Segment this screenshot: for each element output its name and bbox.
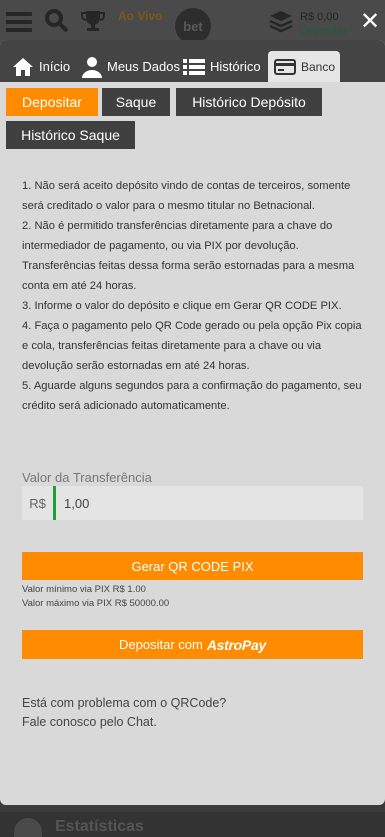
close-icon[interactable]: ✕ — [359, 9, 381, 33]
footer-label: Estatísticas — [55, 818, 144, 835]
saque-tab-button[interactable]: Saque — [102, 88, 170, 116]
tab-meus-dados[interactable]: Meus Dados — [82, 51, 180, 82]
tab-inicio[interactable]: Início — [12, 51, 70, 82]
historico-saque-button[interactable]: Histórico Saque — [6, 121, 135, 149]
tab-historico-label: Histórico — [210, 59, 261, 74]
trophy-icon — [80, 8, 106, 34]
tab-meus-dados-label: Meus Dados — [107, 59, 180, 74]
astropay-deposit-button[interactable]: Depositar com AstroPay — [22, 630, 363, 659]
deposit-link: Depositar — [300, 25, 348, 37]
list-icon — [183, 58, 205, 75]
background-header: Ao Vivo bet R$ 0,00 Depositar — [0, 0, 385, 45]
tab-banco-label: Banco — [301, 59, 336, 74]
deposit-rules-list: 1. Não será aceito depósito vindo de con… — [22, 176, 367, 416]
rule-item: 3. Informe o valor do depósito e clique … — [22, 300, 342, 312]
tab-banco[interactable]: Banco — [268, 51, 340, 82]
rule-item: 5. Aguarde alguns segundos para a confir… — [22, 380, 362, 412]
rule-item: 4. Faça o pagamento pelo QR Code gerado … — [22, 320, 362, 372]
layers-icon — [268, 8, 294, 34]
tab-historico[interactable]: Histórico — [183, 51, 261, 82]
credit-card-icon — [274, 58, 296, 75]
balance-value: R$ 0,00 — [300, 11, 339, 23]
astropay-logo: AstroPay — [206, 636, 266, 653]
balance-display: R$ 0,00 Depositar — [300, 10, 347, 38]
max-value-text: Valor máximo via PIX R$ 50000.00 — [22, 598, 170, 609]
help-line-1: Está com problema com o QRCode? — [22, 696, 227, 710]
min-value-text: Valor mínimo via PIX R$ 1.00 — [22, 584, 146, 595]
transfer-amount-input[interactable] — [56, 486, 363, 520]
user-icon — [82, 56, 102, 78]
menu-icon — [6, 8, 32, 34]
currency-prefix: R$ — [29, 495, 46, 511]
pix-limits: Valor mínimo via PIX R$ 1.00 Valor máxim… — [22, 583, 169, 611]
tab-inicio-label: Início — [39, 59, 71, 74]
rule-item: 2. Não é permitido transferências direta… — [22, 220, 355, 292]
bank-modal: Início Meus Dados Histórico Banco Deposi… — [0, 40, 385, 805]
rule-item: 1. Não será aceito depósito vindo de con… — [22, 180, 351, 212]
home-icon — [13, 57, 33, 76]
generate-pix-button[interactable]: Gerar QR CODE PIX — [22, 552, 363, 580]
live-label: Ao Vivo — [118, 9, 163, 23]
depositar-tab-button[interactable]: Depositar — [6, 88, 98, 116]
help-text: Está com problema com o QRCode? Fale con… — [22, 694, 226, 732]
search-icon — [44, 8, 70, 34]
historico-deposito-button[interactable]: Histórico Depósito — [176, 88, 322, 116]
transfer-amount-label: Valor da Transferência — [22, 470, 152, 485]
tab-bar: Início Meus Dados Histórico Banco — [0, 40, 385, 82]
transfer-amount-field: R$ — [22, 486, 363, 520]
help-line-2: Fale conosco pelo Chat. — [22, 715, 157, 729]
astropay-button-label: Depositar com — [119, 637, 203, 652]
brand-logo: bet — [175, 8, 211, 44]
